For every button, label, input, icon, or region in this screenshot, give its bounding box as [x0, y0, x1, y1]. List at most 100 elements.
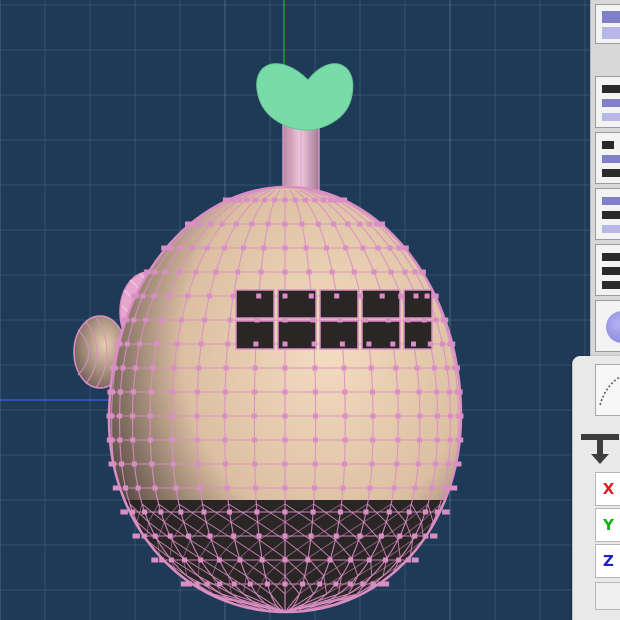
layout-columns-button[interactable]	[595, 188, 620, 240]
mesh-vertex	[396, 245, 402, 251]
mesh-vertex	[207, 533, 213, 539]
mesh-vertex	[403, 245, 409, 251]
curve-tool-icon	[599, 376, 620, 406]
mesh-vertex	[147, 413, 153, 419]
mesh-vertex	[380, 221, 385, 227]
mesh-vertex	[163, 245, 169, 251]
mesh-vertex	[225, 341, 231, 347]
mesh-vertex	[416, 389, 422, 395]
mesh-vertex	[154, 341, 159, 347]
mesh-vertex	[222, 413, 228, 419]
mesh-vertex	[386, 509, 392, 515]
mesh-vertex	[331, 221, 337, 227]
mesh-vertex	[176, 269, 182, 275]
curve-tool-button[interactable]	[595, 364, 620, 416]
3d-viewport[interactable]	[0, 0, 620, 620]
mesh-vertex	[337, 317, 343, 323]
move-tool-button[interactable]	[579, 420, 620, 466]
z-axis-button[interactable]: Z	[595, 544, 620, 578]
mesh-vertex	[206, 293, 212, 299]
mesh-vertex	[393, 365, 399, 371]
mesh-vertex	[458, 437, 464, 443]
mesh-vertex	[357, 533, 363, 539]
mesh-vertex	[168, 245, 174, 251]
mesh-vertex	[417, 437, 423, 443]
eye-band-cell	[235, 289, 275, 319]
mesh-vertex	[398, 293, 404, 299]
mesh-vertex	[141, 533, 147, 539]
x-axis-button[interactable]: X	[595, 472, 620, 506]
mesh-vertex	[112, 365, 118, 371]
mesh-vertex	[452, 485, 458, 491]
mesh-vertex	[366, 221, 372, 227]
mesh-vertex	[169, 413, 175, 419]
mesh-vertex	[458, 413, 464, 419]
mesh-vertex	[282, 581, 288, 587]
axis-panel: X Y Z	[572, 356, 620, 620]
mesh-vertex	[186, 533, 192, 539]
mesh-vertex	[198, 557, 204, 563]
mesh-vertex	[189, 245, 195, 251]
mesh-vertex	[120, 365, 126, 371]
y-axis-button[interactable]: Y	[595, 508, 620, 542]
mesh-vertex	[182, 581, 188, 587]
mesh-vertex	[109, 413, 115, 419]
layout-list-button[interactable]	[595, 244, 620, 296]
mesh-vertex	[379, 293, 385, 299]
mesh-vertex	[292, 197, 298, 203]
mesh-vertex	[223, 365, 229, 371]
mesh-vertex	[340, 485, 346, 491]
mesh-vertex	[194, 437, 200, 443]
mesh-vertex	[230, 293, 236, 299]
mesh-vertex	[109, 437, 115, 443]
mesh-vertex	[252, 389, 258, 395]
mesh-vertex	[383, 557, 388, 563]
mesh-vertex	[384, 581, 390, 587]
mesh-vertex	[417, 413, 423, 419]
mesh-vertex	[252, 197, 258, 203]
layout-split-button[interactable]	[595, 4, 620, 44]
mesh-vertex	[282, 365, 288, 371]
mesh-vertex	[411, 341, 416, 347]
mesh-vertex	[300, 581, 306, 587]
mesh-vertex	[396, 557, 402, 563]
mesh-vertex	[179, 317, 185, 323]
mesh-vertex	[169, 437, 175, 443]
layout-bars-button[interactable]	[595, 132, 620, 184]
mesh-vertex	[312, 197, 318, 203]
mesh-vertex	[256, 293, 262, 299]
mesh-vertex	[412, 485, 418, 491]
mesh-vertex	[342, 413, 348, 419]
mesh-vertex	[162, 269, 168, 275]
view-tool-strip	[590, 0, 620, 356]
mesh-vertex	[264, 581, 270, 587]
mesh-vertex	[413, 557, 419, 563]
mesh-vertex	[374, 221, 380, 227]
sphere-button[interactable]	[595, 300, 620, 352]
mesh-vertex	[193, 269, 199, 275]
mesh-vertex	[414, 365, 420, 371]
mesh-vertex	[434, 413, 440, 419]
mesh-vertex	[185, 293, 191, 299]
mesh-vertex	[227, 509, 233, 515]
mesh-vertex	[444, 365, 450, 371]
mesh-vertex	[433, 293, 439, 299]
model-stem[interactable]	[282, 124, 320, 192]
mesh-vertex	[334, 293, 340, 299]
mesh-vertex	[424, 293, 430, 299]
mesh-vertex	[178, 509, 184, 515]
mesh-vertex	[140, 293, 146, 299]
mesh-vertex	[198, 221, 204, 227]
mesh-vertex	[357, 221, 363, 227]
mesh-vertex	[348, 557, 354, 563]
mesh-vertex	[406, 509, 412, 515]
mesh-vertex	[249, 221, 255, 227]
axis-extra-button[interactable]	[595, 582, 620, 610]
mesh-vertex	[110, 389, 116, 395]
mesh-vertex	[187, 581, 192, 587]
viewport-canvas[interactable]	[0, 0, 620, 620]
mesh-vertex	[282, 221, 288, 227]
layout-top-button[interactable]	[595, 76, 620, 128]
mesh-vertex	[343, 245, 349, 251]
mesh-vertex	[174, 341, 180, 347]
